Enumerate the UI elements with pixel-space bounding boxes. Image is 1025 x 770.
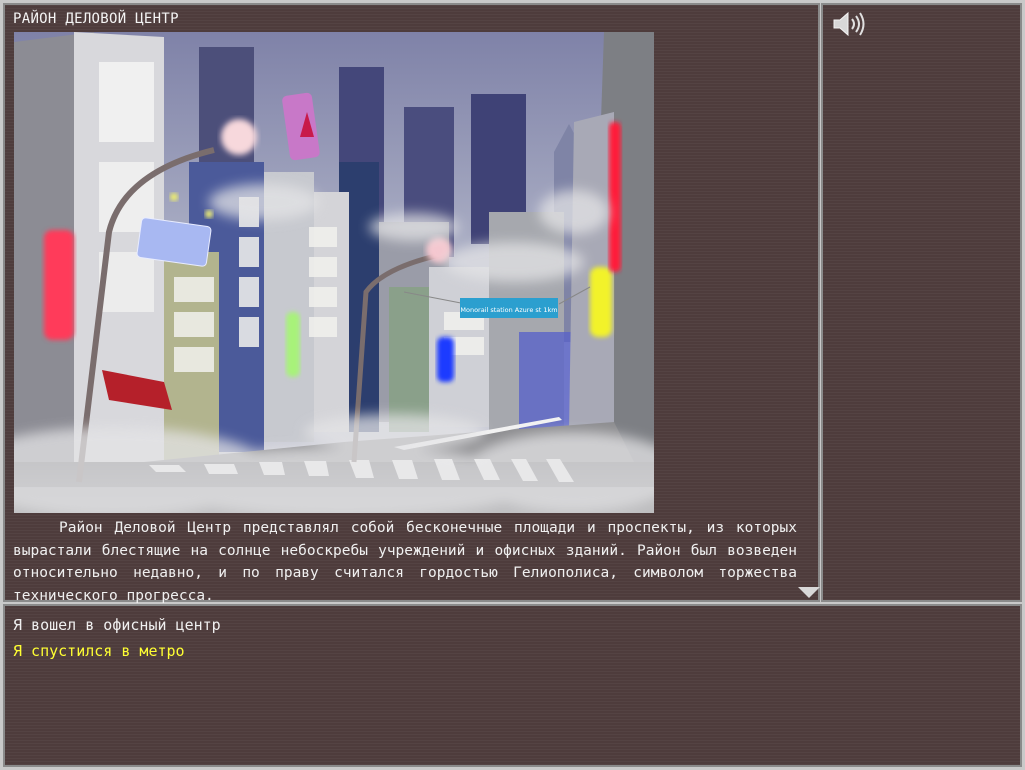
side-panel xyxy=(821,3,1022,602)
choices-panel: Я вошел в офисный центр Я спустился в ме… xyxy=(3,604,1022,767)
scene-description: Район Деловой Центр представлял собой бе… xyxy=(13,520,797,604)
location-title: РАЙОН ДЕЛОВОЙ ЦЕНТР xyxy=(13,11,179,27)
choice-go-to-metro[interactable]: Я спустился в метро xyxy=(13,642,185,660)
scene-illustration: Monorail station Azure st 1km xyxy=(14,32,654,513)
speaker-icon[interactable] xyxy=(832,11,866,41)
triangle-down-icon[interactable] xyxy=(798,587,820,598)
main-panel: РАЙОН ДЕЛОВОЙ ЦЕНТР Monorail station Azu… xyxy=(3,3,820,604)
choice-enter-office[interactable]: Я вошел в офисный центр xyxy=(13,616,221,634)
station-sign-text: Monorail station Azure st 1km xyxy=(460,306,557,314)
